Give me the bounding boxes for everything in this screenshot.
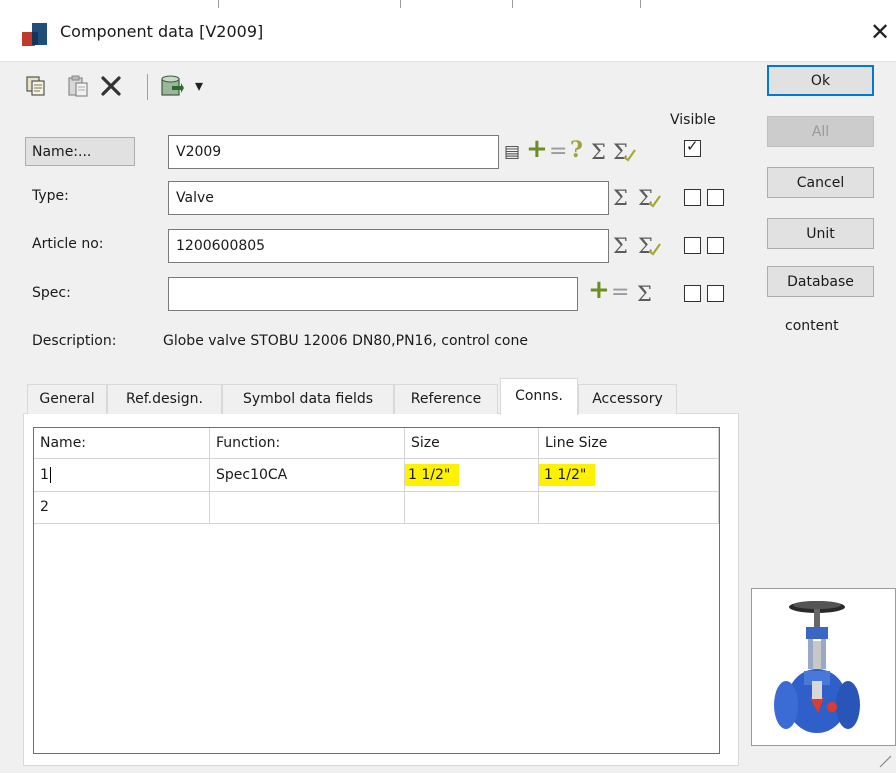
visible-label: Visible: [670, 112, 716, 128]
table-row-1-size[interactable]: 1 1/2": [405, 459, 539, 492]
article-field[interactable]: 1200600805: [168, 229, 609, 263]
list-icon[interactable]: ▤: [504, 140, 520, 164]
component-app-icon: [22, 23, 47, 46]
delete-icon[interactable]: [99, 74, 123, 98]
sum-icon[interactable]: Σ: [613, 234, 628, 258]
highlighted-size: 1 1/2": [405, 464, 460, 486]
top-edge-tick: [512, 0, 513, 8]
tab-general[interactable]: General: [27, 384, 107, 414]
tab-symbol-data-fields[interactable]: Symbol data fields: [222, 384, 394, 414]
ok-button[interactable]: Ok: [767, 65, 874, 96]
type-field[interactable]: Valve: [168, 181, 609, 215]
database-content-label: content: [785, 318, 839, 334]
name-button[interactable]: Name:...: [25, 137, 135, 166]
table-row-1-function[interactable]: Spec10CA: [210, 459, 405, 492]
highlighted-line-size: 1 1/2": [539, 464, 596, 486]
sum-icon[interactable]: Σ: [637, 282, 652, 306]
table-row-2-size[interactable]: [405, 492, 539, 524]
type-checkbox-2[interactable]: [707, 189, 724, 206]
top-edge-tick: [640, 0, 641, 8]
article-label: Article no:: [32, 236, 104, 252]
name-field[interactable]: V2009: [168, 135, 499, 169]
spec-field[interactable]: [168, 277, 578, 311]
check-arrow-icon: [648, 195, 661, 208]
spec-label: Spec:: [32, 285, 71, 301]
column-header-function[interactable]: Function:: [210, 428, 405, 459]
check-arrow-icon: [648, 243, 661, 256]
tab-conns[interactable]: Conns.: [500, 378, 578, 415]
article-checkbox-1[interactable]: [684, 237, 701, 254]
table-row-2-line-size[interactable]: [539, 492, 719, 524]
database-button[interactable]: Database: [767, 266, 874, 297]
copy-icon[interactable]: [24, 74, 48, 98]
connections-grid: Name: Function: Size Line Size 1 Spec10C…: [33, 427, 720, 754]
table-row-1-name[interactable]: 1: [34, 459, 210, 492]
type-checkbox-1[interactable]: [684, 189, 701, 206]
sum-icon[interactable]: Σ: [591, 140, 606, 164]
table-row-2-function[interactable]: [210, 492, 405, 524]
resize-grip-icon[interactable]: [876, 752, 892, 768]
title-bar: Component data [V2009] ✕: [0, 0, 896, 62]
description-label: Description:: [32, 333, 117, 349]
visible-checkbox[interactable]: [684, 137, 701, 157]
column-header-size[interactable]: Size: [405, 428, 539, 459]
sum-icon[interactable]: Σ: [613, 186, 628, 210]
column-header-line-size[interactable]: Line Size: [539, 428, 719, 459]
dropdown-arrow-icon[interactable]: ▾: [195, 74, 203, 98]
remove-icon[interactable]: =: [611, 281, 629, 305]
top-edge-tick: [218, 0, 219, 8]
check-arrow-icon: [623, 149, 636, 162]
spec-checkbox-1[interactable]: [684, 285, 701, 302]
article-checkbox-2[interactable]: [707, 237, 724, 254]
table-row-2-name[interactable]: 2: [34, 492, 210, 524]
add-icon[interactable]: +: [526, 136, 548, 162]
table-row-1-line-size[interactable]: 1 1/2": [539, 459, 719, 492]
help-icon[interactable]: ?: [570, 138, 583, 162]
component-preview: [751, 588, 896, 746]
text-caret: [49, 467, 51, 483]
toolbar-separator: [147, 74, 148, 100]
paste-icon[interactable]: [66, 74, 90, 98]
type-label: Type:: [32, 188, 69, 204]
globe-valve-image: [774, 601, 860, 733]
description-text: Globe valve STOBU 12006 DN80,PN16, contr…: [163, 333, 528, 349]
database-icon[interactable]: [160, 74, 184, 98]
cell-text: 1: [40, 467, 49, 483]
top-edge-tick: [400, 0, 401, 8]
add-icon[interactable]: +: [588, 277, 610, 303]
unit-button[interactable]: Unit: [767, 218, 874, 249]
all-button[interactable]: All: [767, 116, 874, 147]
tab-ref-design[interactable]: Ref.design.: [107, 384, 222, 414]
spec-checkbox-2[interactable]: [707, 285, 724, 302]
tab-accessory[interactable]: Accessory: [578, 384, 677, 414]
tab-reference[interactable]: Reference: [394, 384, 498, 414]
window-title: Component data [V2009]: [60, 22, 264, 41]
column-header-name[interactable]: Name:: [34, 428, 210, 459]
remove-icon[interactable]: =: [549, 140, 567, 164]
cancel-button[interactable]: Cancel: [767, 167, 874, 198]
close-icon[interactable]: ✕: [864, 16, 896, 48]
